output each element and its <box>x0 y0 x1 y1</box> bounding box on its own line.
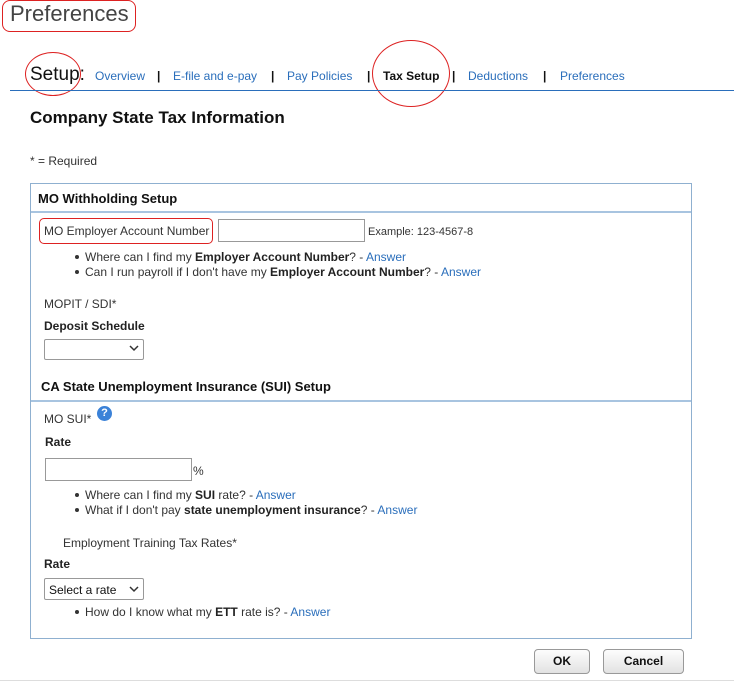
tax-setup-annotation-circle <box>372 40 450 107</box>
bullet-icon <box>75 254 79 259</box>
deposit-schedule-label: Deposit Schedule <box>44 319 145 333</box>
chevron-down-icon <box>129 345 139 352</box>
bullet-icon <box>75 492 79 497</box>
tab-pay-policies[interactable]: Pay Policies <box>287 69 352 83</box>
withholding-title: MO Withholding Setup <box>38 191 178 206</box>
answer-link[interactable]: Answer <box>290 605 330 619</box>
percent-unit: % <box>193 464 204 478</box>
account-number-example: Example: 123-4567-8 <box>368 226 474 238</box>
section-divider <box>31 211 691 213</box>
deposit-schedule-select[interactable] <box>44 339 144 360</box>
nav-separator: | <box>157 69 161 83</box>
nav-separator: | <box>452 69 456 83</box>
nav-separator: | <box>543 69 547 83</box>
section-heading: Company State Tax Information <box>30 108 285 127</box>
tab-deductions[interactable]: Deductions <box>468 69 528 83</box>
tab-preferences[interactable]: Preferences <box>560 69 625 83</box>
faq-item: What if I don't pay state unemployment i… <box>75 503 417 517</box>
sui-rate-input[interactable] <box>45 458 192 481</box>
page-title: Preferences <box>10 1 129 26</box>
help-icon[interactable]: ? <box>97 406 112 421</box>
nav-divider <box>10 90 734 91</box>
answer-link[interactable]: Answer <box>377 503 417 517</box>
nav-separator: | <box>271 69 275 83</box>
sui-label: MO SUI* <box>44 412 92 426</box>
sui-title: CA State Unemployment Insurance (SUI) Se… <box>41 379 331 394</box>
bullet-icon <box>75 609 79 614</box>
bullet-icon <box>75 269 79 274</box>
nav-separator: | <box>367 69 371 83</box>
footer-divider <box>0 680 734 681</box>
chevron-down-icon <box>129 586 139 593</box>
faq-item: Can I run payroll if I don't have my Emp… <box>75 265 481 279</box>
mopit-label: MOPIT / SDI* <box>44 297 117 311</box>
ett-rate-label: Rate <box>44 557 71 571</box>
account-number-label: MO Employer Account Number <box>44 224 210 238</box>
ett-rate-select[interactable]: Select a rate <box>44 578 144 600</box>
faq-item: Where can I find my Employer Account Num… <box>75 250 406 264</box>
ok-button[interactable]: OK <box>534 649 590 674</box>
bullet-icon <box>75 507 79 512</box>
tab-overview[interactable]: Overview <box>95 69 145 83</box>
faq-item: How do I know what my ETT rate is? - Ans… <box>75 605 330 619</box>
answer-link[interactable]: Answer <box>366 250 406 264</box>
answer-link[interactable]: Answer <box>441 265 481 279</box>
faq-item: Where can I find my SUI rate? - Answer <box>75 488 296 502</box>
ett-label: Employment Training Tax Rates* <box>63 536 237 550</box>
required-note: * = Required <box>30 154 98 168</box>
section-divider <box>31 400 691 402</box>
cancel-button[interactable]: Cancel <box>603 649 684 674</box>
answer-link[interactable]: Answer <box>256 488 296 502</box>
account-number-input[interactable] <box>218 219 365 242</box>
sui-rate-label: Rate <box>45 435 72 449</box>
tab-efile-epay[interactable]: E-file and e-pay <box>173 69 257 83</box>
